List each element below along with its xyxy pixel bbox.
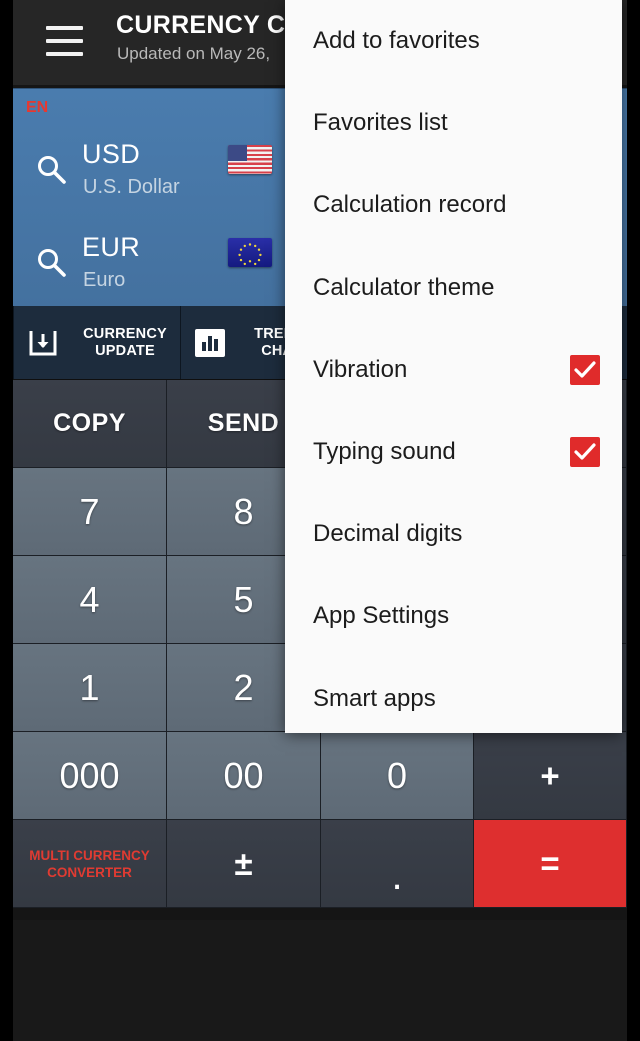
menu-item-calculation-record[interactable]: Calculation record <box>285 164 622 246</box>
key-label: 0 <box>386 754 408 796</box>
menu-item-label: Calculation record <box>313 191 507 219</box>
vibration-checkbox[interactable] <box>570 354 600 385</box>
menu-item-add-to-favorites[interactable]: Add to favorites <box>285 0 622 82</box>
action-label: CURRENCY UPDATE <box>83 325 167 359</box>
bottom-filler <box>13 920 627 1041</box>
menu-item-vibration[interactable]: Vibration <box>285 329 622 411</box>
typing-sound-checkbox[interactable] <box>570 437 600 468</box>
key-label: SEND <box>207 409 280 437</box>
overflow-menu: Add to favorites Favorites list Calculat… <box>285 0 622 733</box>
key-plus[interactable]: + <box>474 732 627 820</box>
key-label: 000 <box>59 754 120 796</box>
key-000[interactable]: 000 <box>13 732 167 820</box>
menu-item-calculator-theme[interactable]: Calculator theme <box>285 247 622 329</box>
menu-item-app-settings[interactable]: App Settings <box>285 575 622 657</box>
menu-item-label: Decimal digits <box>313 520 463 548</box>
key-00[interactable]: 00 <box>167 732 321 820</box>
us-flag-icon <box>228 145 272 174</box>
page-title: CURRENCY CO <box>116 11 305 39</box>
currency-name: U.S. Dollar <box>83 176 180 198</box>
key-label: 5 <box>233 578 254 620</box>
eu-flag-icon <box>228 238 272 267</box>
hamburger-line <box>46 52 83 56</box>
key-4[interactable]: 4 <box>13 556 167 644</box>
currency-name: Euro <box>83 269 126 291</box>
update-timestamp: Updated on May 26, <box>117 44 271 63</box>
key-1[interactable]: 1 <box>13 644 167 732</box>
search-icon[interactable] <box>35 246 69 280</box>
download-icon <box>26 327 60 359</box>
key-label: + <box>540 756 560 794</box>
hamburger-line <box>46 39 83 43</box>
app-brand-button[interactable]: MULTI CURRENCY CONVERTER <box>13 820 167 908</box>
hamburger-line <box>46 26 83 30</box>
key-label: 1 <box>79 666 100 708</box>
key-label: = <box>540 844 560 882</box>
key-label: ± <box>234 844 253 882</box>
key-plus-minus[interactable]: ± <box>167 820 321 908</box>
key-decimal[interactable]: . <box>321 820 474 908</box>
menu-item-label: Add to favorites <box>313 27 480 55</box>
menu-item-label: Typing sound <box>313 438 456 466</box>
key-label: 8 <box>233 490 254 532</box>
key-equals[interactable]: = <box>474 820 627 908</box>
menu-item-label: App Settings <box>313 602 450 630</box>
menu-item-label: Calculator theme <box>313 273 495 301</box>
menu-item-decimal-digits[interactable]: Decimal digits <box>285 493 622 575</box>
menu-item-label: Favorites list <box>313 109 448 137</box>
currency-code: USD <box>82 139 141 169</box>
key-label: MULTI CURRENCY CONVERTER <box>29 847 150 880</box>
keypad-row: 000 00 0 + <box>13 732 627 820</box>
bar-chart-icon <box>193 327 227 359</box>
menu-item-label: Smart apps <box>313 684 436 712</box>
menu-item-label: Vibration <box>313 355 408 383</box>
copy-button[interactable]: COPY <box>13 380 167 468</box>
key-0[interactable]: 0 <box>321 732 474 820</box>
language-badge[interactable]: EN <box>26 99 48 117</box>
key-label: 7 <box>79 490 100 532</box>
key-label: 00 <box>223 754 264 796</box>
key-label: COPY <box>53 409 126 437</box>
menu-item-typing-sound[interactable]: Typing sound <box>285 411 622 493</box>
menu-item-favorites-list[interactable]: Favorites list <box>285 82 622 164</box>
key-label: 2 <box>233 666 254 708</box>
search-icon[interactable] <box>35 153 69 187</box>
menu-item-smart-apps[interactable]: Smart apps <box>285 658 622 740</box>
hamburger-icon[interactable] <box>46 26 83 56</box>
keypad-row: MULTI CURRENCY CONVERTER ± . = <box>13 820 627 908</box>
currency-code: EUR <box>82 232 141 262</box>
key-label: 4 <box>79 578 100 620</box>
currency-update-button[interactable]: CURRENCY UPDATE <box>13 306 181 379</box>
phone-frame: CURRENCY CO Updated on May 26, EN USD U.… <box>0 0 640 1041</box>
key-7[interactable]: 7 <box>13 468 167 556</box>
